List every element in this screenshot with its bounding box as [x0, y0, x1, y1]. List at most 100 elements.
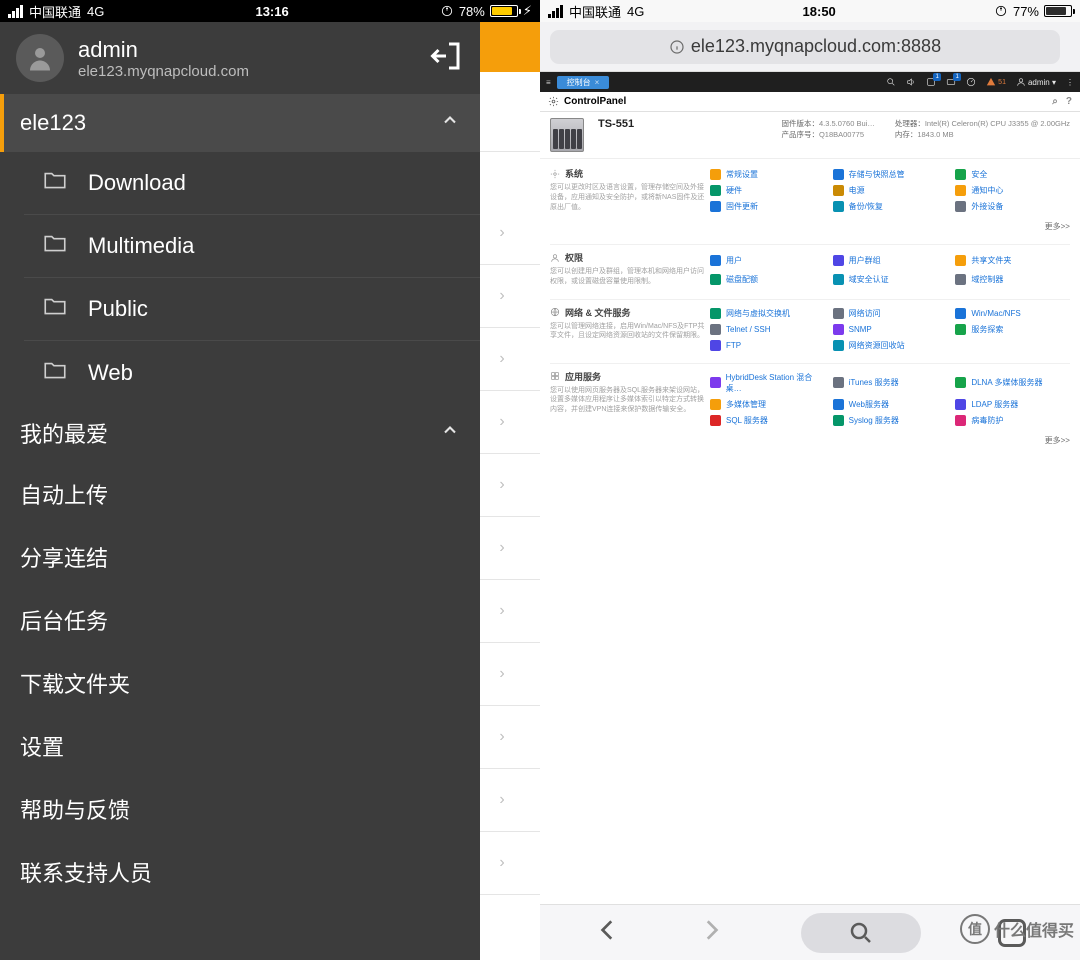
- cp-item[interactable]: 服务探索: [955, 324, 1070, 335]
- dashboard-icon[interactable]: [966, 77, 976, 87]
- search-icon[interactable]: ⌕: [1052, 96, 1058, 107]
- cp-item[interactable]: Web服务器: [833, 399, 948, 410]
- search-icon[interactable]: [886, 77, 896, 87]
- cp-item[interactable]: SQL 服务器: [710, 415, 825, 426]
- cp-item[interactable]: 备份/恢复: [833, 201, 948, 212]
- more-link[interactable]: 更多>>: [955, 221, 1070, 232]
- cp-item[interactable]: 磁盘配额: [710, 272, 825, 286]
- folder-row[interactable]: Public: [24, 278, 480, 341]
- account-name: admin: [78, 37, 249, 63]
- browser-content: ≡ 控制台× 51 admin ▾ ⋮ ControlPanel ⌕ ?: [540, 72, 1080, 904]
- watermark-icon: 值: [960, 914, 990, 944]
- cp-section: 系统您可以更改时区及语言设置，管理存储空间及外接设备，应用通知及安全防护，或将新…: [550, 161, 1070, 245]
- cp-item[interactable]: 常规设置: [710, 169, 825, 180]
- control-panel-title-bar: ControlPanel ⌕ ?: [540, 92, 1080, 112]
- folder-row[interactable]: Multimedia: [24, 215, 480, 278]
- avatar[interactable]: [16, 34, 64, 82]
- cp-item[interactable]: FTP: [710, 340, 825, 351]
- device-info-row: TS-551 固件版本：4.3.5.0760 Bui… 产品序号：Q18BA00…: [540, 112, 1080, 159]
- cp-item[interactable]: Telnet / SSH: [710, 324, 825, 335]
- cp-item[interactable]: 网络与虚拟交换机: [710, 308, 825, 319]
- menu-download-folder[interactable]: 下载文件夹: [0, 651, 480, 714]
- cp-item-icon: [710, 274, 721, 285]
- notification-icon[interactable]: 51: [986, 77, 1006, 87]
- section-title: 网络 & 文件服务: [550, 306, 710, 319]
- cp-item[interactable]: 域控制器: [955, 272, 1070, 286]
- cp-item-icon: [833, 169, 844, 180]
- folder-icon: [40, 293, 70, 325]
- cp-item[interactable]: 域安全认证: [833, 272, 948, 286]
- task-icon[interactable]: [926, 77, 936, 87]
- qts-tab-active[interactable]: 控制台×: [557, 76, 610, 89]
- chevron-up-icon: [440, 110, 460, 136]
- forward-button[interactable]: [698, 917, 724, 948]
- cp-item-icon: [710, 415, 721, 426]
- cp-item-icon: [833, 324, 844, 335]
- cp-item[interactable]: DLNA 多媒体服务器: [955, 372, 1070, 394]
- cp-item[interactable]: Syslog 服务器: [833, 415, 948, 426]
- cp-item-icon: [833, 274, 844, 285]
- volume-icon[interactable]: [906, 77, 916, 87]
- cp-item[interactable]: 网络资源回收站: [833, 340, 948, 351]
- cp-item[interactable]: 通知中心: [955, 185, 1070, 196]
- url-field[interactable]: ele123.myqnapcloud.com:8888: [550, 30, 1060, 64]
- menu-auto-upload[interactable]: 自动上传: [0, 462, 480, 525]
- cp-item[interactable]: 病毒防护: [955, 415, 1070, 426]
- control-panel-title: ControlPanel: [564, 96, 626, 107]
- cp-item[interactable]: LDAP 服务器: [955, 399, 1070, 410]
- folder-row[interactable]: Download: [24, 152, 480, 215]
- cp-item[interactable]: 硬件: [710, 185, 825, 196]
- cp-item[interactable]: 存储与快照总管: [833, 169, 948, 180]
- section-desc: 您可以更改时区及语言设置，管理存储空间及外接设备，应用通知及安全防护，或将新NA…: [550, 183, 710, 212]
- side-drawer: admin ele123.myqnapcloud.com ele123 Down…: [0, 22, 480, 960]
- cp-item-icon: [710, 169, 721, 180]
- more-icon[interactable]: ⋮: [1066, 78, 1074, 87]
- cp-item[interactable]: Win/Mac/NFS: [955, 308, 1070, 319]
- cp-item-icon: [710, 185, 721, 196]
- menu-share-link[interactable]: 分享连结: [0, 525, 480, 588]
- cp-item[interactable]: 多媒体管理: [710, 399, 825, 410]
- cp-item[interactable]: iTunes 服务器: [833, 372, 948, 394]
- folder-label: Multimedia: [88, 233, 194, 259]
- signal-icon: [8, 5, 23, 18]
- cp-item[interactable]: SNMP: [833, 324, 948, 335]
- cp-item[interactable]: 安全: [955, 169, 1070, 180]
- menu-help-feedback[interactable]: 帮助与反馈: [0, 777, 480, 840]
- status-bar-left: 中国联通 4G 13:16 78% ⚡︎: [0, 0, 540, 22]
- cp-item-icon: [710, 308, 721, 319]
- menu-contact-support[interactable]: 联系支持人员: [0, 840, 480, 903]
- battery-icon: [1044, 5, 1072, 17]
- device-icon[interactable]: [946, 77, 956, 87]
- folder-row[interactable]: Web: [24, 341, 480, 404]
- menu-background-tasks[interactable]: 后台任务: [0, 588, 480, 651]
- more-link[interactable]: 更多>>: [955, 435, 1070, 446]
- info-icon: [669, 39, 685, 55]
- cp-item-icon: [833, 255, 844, 266]
- help-icon[interactable]: ?: [1066, 96, 1072, 107]
- cp-item[interactable]: 外接设备: [955, 201, 1070, 212]
- cp-item-icon: [955, 324, 966, 335]
- cp-item[interactable]: 用户群组: [833, 253, 948, 267]
- qts-menu-icon[interactable]: ≡: [546, 78, 551, 87]
- cp-section: 应用服务您可以使用网页服务器及SQL服务器来架设网站，设置多媒体应用程序让多媒体…: [550, 364, 1070, 458]
- cp-item[interactable]: HybridDesk Station 混合桌…: [710, 372, 825, 394]
- favorites-section[interactable]: 我的最爱: [0, 404, 480, 462]
- logout-button[interactable]: [428, 38, 464, 79]
- section-desc: 您可以管理网络连接，启用Win/Mac/NFS及FTP共享文件，且设定网络资源回…: [550, 322, 710, 342]
- cp-item-icon: [833, 377, 844, 388]
- cp-item[interactable]: 网络访问: [833, 308, 948, 319]
- cp-item-icon: [710, 399, 721, 410]
- section-desc: 您可以使用网页服务器及SQL服务器来架设网站，设置多媒体应用程序让多媒体索引以特…: [550, 386, 710, 415]
- menu-settings[interactable]: 设置: [0, 714, 480, 777]
- section-title: 系统: [550, 167, 710, 180]
- cp-item[interactable]: 固件更新: [710, 201, 825, 212]
- cp-item[interactable]: 用户: [710, 253, 825, 267]
- cp-item[interactable]: 共享文件夹: [955, 253, 1070, 267]
- close-icon[interactable]: ×: [595, 78, 600, 87]
- back-button[interactable]: [595, 917, 621, 948]
- cp-item[interactable]: 电源: [833, 185, 948, 196]
- search-button[interactable]: [801, 913, 921, 953]
- user-menu[interactable]: admin ▾: [1016, 77, 1056, 87]
- carrier-label: 中国联通: [569, 2, 621, 21]
- nas-section[interactable]: ele123: [0, 94, 480, 152]
